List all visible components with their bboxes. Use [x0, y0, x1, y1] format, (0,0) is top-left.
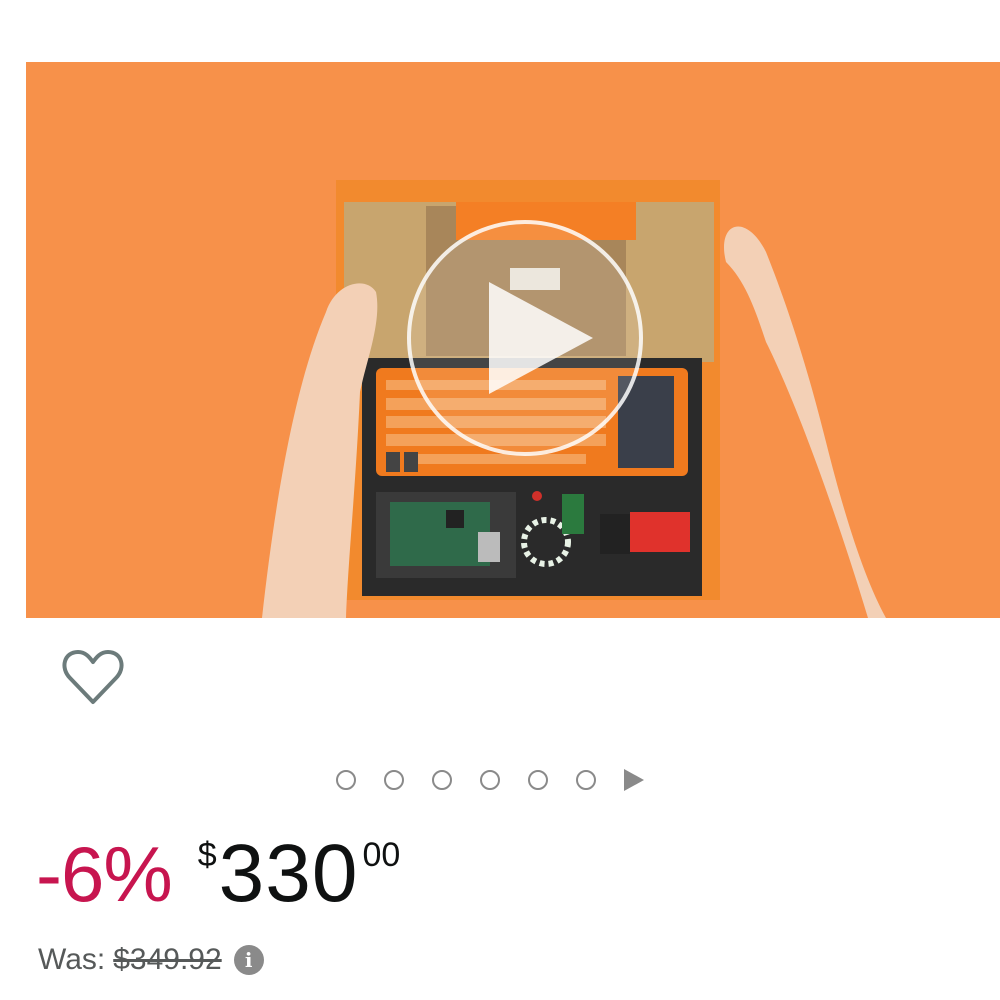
chevron-right-triangle-icon[interactable]	[624, 769, 644, 791]
list-price-row: Was: $349.92 i	[38, 940, 264, 980]
carousel-dot-4[interactable]	[480, 770, 500, 790]
carousel-dot-2[interactable]	[384, 770, 404, 790]
image-carousel-indicator	[336, 766, 644, 794]
product-detail-page: -6% $ 330 00 Was: $349.92 i	[0, 0, 1000, 1000]
product-video-thumbnail[interactable]	[26, 62, 1000, 618]
carousel-dot-3[interactable]	[432, 770, 452, 790]
discount-percentage: -6%	[36, 830, 173, 918]
currency-symbol: $	[197, 836, 217, 874]
price-fraction: 00	[362, 836, 401, 874]
carousel-dot-6[interactable]	[576, 770, 596, 790]
price-block: -6% $ 330 00	[36, 824, 400, 924]
current-price: $ 330 00	[198, 824, 401, 924]
carousel-dot-1[interactable]	[336, 770, 356, 790]
carousel-dot-5[interactable]	[528, 770, 548, 790]
heart-outline-icon[interactable]	[62, 648, 124, 706]
price-whole: 330	[218, 828, 359, 919]
was-label: Was:	[38, 943, 106, 976]
was-price: $349.92	[113, 943, 222, 976]
info-icon[interactable]: i	[233, 945, 264, 975]
play-icon[interactable]	[405, 218, 645, 458]
